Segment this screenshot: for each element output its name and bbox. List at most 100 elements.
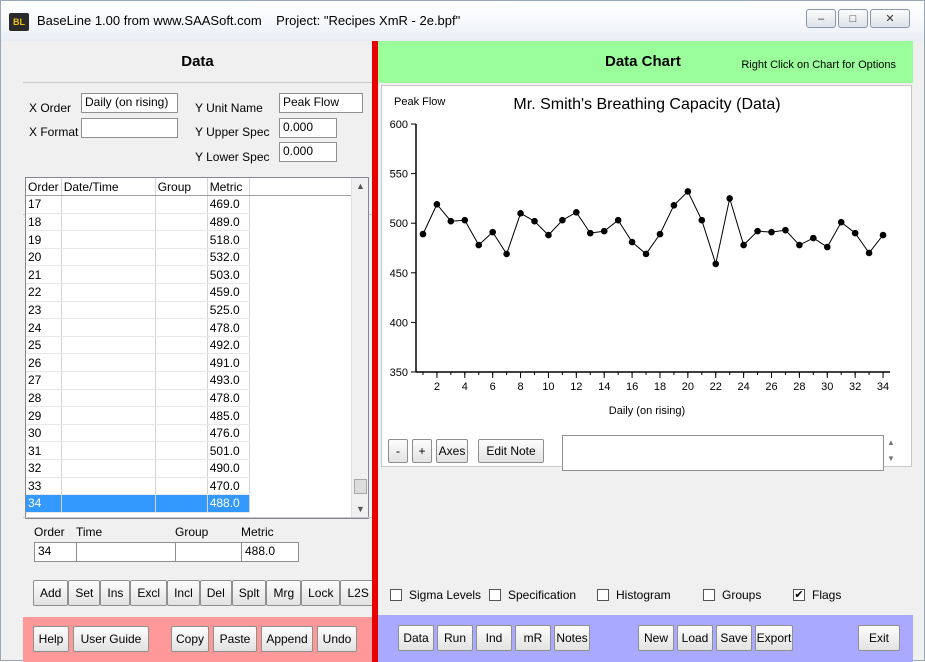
zoom-out-button[interactable]: - xyxy=(388,439,408,463)
chart-area[interactable]: Mr. Smith's Breathing Capacity (Data) Pe… xyxy=(381,85,912,467)
group-cell[interactable] xyxy=(155,371,208,390)
datetime-cell[interactable] xyxy=(61,336,156,355)
scroll-thumb[interactable] xyxy=(354,479,367,494)
order-cell[interactable]: 32 xyxy=(26,459,62,478)
table-row[interactable]: 23 525.0 xyxy=(26,301,354,320)
l2s-button[interactable]: L2S xyxy=(340,580,376,606)
column-header-group[interactable]: Group xyxy=(155,178,208,197)
datetime-cell[interactable] xyxy=(61,213,156,232)
table-row[interactable]: 32 490.0 xyxy=(26,459,354,478)
order-cell[interactable]: 19 xyxy=(26,230,62,249)
metric-cell[interactable]: 518.0 xyxy=(207,230,250,249)
scroll-up-icon[interactable]: ▲ xyxy=(885,435,897,451)
datetime-cell[interactable] xyxy=(61,195,156,214)
metric-cell[interactable]: 470.0 xyxy=(207,477,250,496)
mr-chart-button[interactable]: mR xyxy=(515,625,551,651)
histogram-checkbox[interactable]: Histogram xyxy=(597,588,703,602)
minimize-icon[interactable]: – xyxy=(806,9,836,28)
x-format-field[interactable] xyxy=(81,118,178,138)
group-cell[interactable] xyxy=(155,459,208,478)
order-cell[interactable]: 17 xyxy=(26,195,62,214)
group-cell[interactable] xyxy=(155,353,208,373)
table-row[interactable]: 29 485.0 xyxy=(26,406,354,425)
axes-button[interactable]: Axes xyxy=(436,439,468,463)
group-cell[interactable] xyxy=(155,389,208,408)
new-button[interactable]: New xyxy=(638,625,674,651)
column-header-datetime[interactable]: Date/Time xyxy=(61,178,156,197)
datetime-cell[interactable] xyxy=(61,248,156,267)
order-cell[interactable]: 27 xyxy=(26,371,62,390)
metric-cell[interactable]: 489.0 xyxy=(207,213,250,232)
group-cell[interactable] xyxy=(155,301,208,320)
group-cell[interactable] xyxy=(155,424,208,443)
table-row[interactable]: 19 518.0 xyxy=(26,230,354,249)
set-button[interactable]: Set xyxy=(68,580,101,606)
metric-cell[interactable]: 459.0 xyxy=(207,283,250,302)
paste-button[interactable]: Paste xyxy=(213,626,257,652)
datetime-cell[interactable] xyxy=(61,353,156,373)
datetime-cell[interactable] xyxy=(61,459,156,478)
group-cell[interactable] xyxy=(155,265,208,285)
order-cell[interactable]: 29 xyxy=(26,406,62,425)
datetime-cell[interactable] xyxy=(61,389,156,408)
table-row[interactable]: 28 478.0 xyxy=(26,389,354,408)
group-cell[interactable] xyxy=(155,336,208,355)
order-cell[interactable]: 33 xyxy=(26,477,62,496)
entry-time-field[interactable] xyxy=(76,542,176,562)
y-lower-spec-field[interactable]: 0.000 xyxy=(279,142,337,162)
table-row[interactable]: 24 478.0 xyxy=(26,318,354,337)
append-button[interactable]: Append xyxy=(261,626,313,652)
datetime-cell[interactable] xyxy=(61,424,156,443)
metric-cell[interactable]: 525.0 xyxy=(207,301,250,320)
y-unit-name-field[interactable]: Peak Flow xyxy=(279,93,363,113)
notes-button[interactable]: Notes xyxy=(554,625,590,651)
flags-checkbox[interactable]: ✔ Flags xyxy=(793,588,841,602)
line-chart[interactable]: Mr. Smith's Breathing Capacity (Data) Pe… xyxy=(382,86,911,422)
group-cell[interactable] xyxy=(155,406,208,425)
group-cell[interactable] xyxy=(155,318,208,337)
metric-cell[interactable]: 488.0 xyxy=(207,494,250,513)
table-row[interactable]: 22 459.0 xyxy=(26,283,354,302)
scroll-down-icon[interactable]: ▼ xyxy=(352,501,368,518)
exit-button[interactable]: Exit xyxy=(858,625,900,651)
group-cell[interactable] xyxy=(155,230,208,249)
user-guide-button[interactable]: User Guide xyxy=(73,626,149,652)
datetime-cell[interactable] xyxy=(61,406,156,425)
order-cell[interactable]: 25 xyxy=(26,336,62,355)
edit-note-button[interactable]: Edit Note xyxy=(478,439,544,463)
column-header-order[interactable]: Order xyxy=(26,178,62,197)
metric-cell[interactable]: 478.0 xyxy=(207,389,250,408)
export-button[interactable]: Export xyxy=(755,625,793,651)
table-row[interactable]: 18 489.0 xyxy=(26,213,354,232)
save-button[interactable]: Save xyxy=(716,625,752,651)
order-cell[interactable]: 24 xyxy=(26,318,62,337)
group-cell[interactable] xyxy=(155,441,208,460)
groups-checkbox[interactable]: Groups xyxy=(703,588,793,602)
order-cell[interactable]: 28 xyxy=(26,389,62,408)
metric-cell[interactable]: 490.0 xyxy=(207,459,250,478)
datetime-cell[interactable] xyxy=(61,371,156,390)
table-row[interactable]: 33 470.0 xyxy=(26,477,354,496)
insert-button[interactable]: Ins xyxy=(100,580,131,606)
order-cell[interactable]: 22 xyxy=(26,283,62,302)
order-cell[interactable]: 21 xyxy=(26,265,62,285)
data-grid[interactable]: Order Date/Time Group Metric 17 469.0 18 48… xyxy=(25,177,369,519)
group-cell[interactable] xyxy=(155,213,208,232)
close-icon[interactable]: ✕ xyxy=(870,9,910,28)
order-cell[interactable]: 18 xyxy=(26,213,62,232)
group-cell[interactable] xyxy=(155,248,208,267)
x-order-field[interactable]: Daily (on rising) xyxy=(81,93,178,113)
data-view-button[interactable]: Data xyxy=(398,625,434,651)
datetime-cell[interactable] xyxy=(61,494,156,513)
group-cell[interactable] xyxy=(155,477,208,496)
metric-cell[interactable]: 478.0 xyxy=(207,318,250,337)
datetime-cell[interactable] xyxy=(61,283,156,302)
entry-metric-field[interactable]: 488.0 xyxy=(241,542,299,562)
metric-cell[interactable]: 501.0 xyxy=(207,441,250,460)
order-cell[interactable]: 26 xyxy=(26,353,62,373)
lock-button[interactable]: Lock xyxy=(301,580,341,606)
table-row[interactable]: 25 492.0 xyxy=(26,336,354,355)
table-row[interactable]: 21 503.0 xyxy=(26,265,354,285)
metric-cell[interactable]: 469.0 xyxy=(207,195,250,214)
note-textbox[interactable] xyxy=(562,435,884,471)
